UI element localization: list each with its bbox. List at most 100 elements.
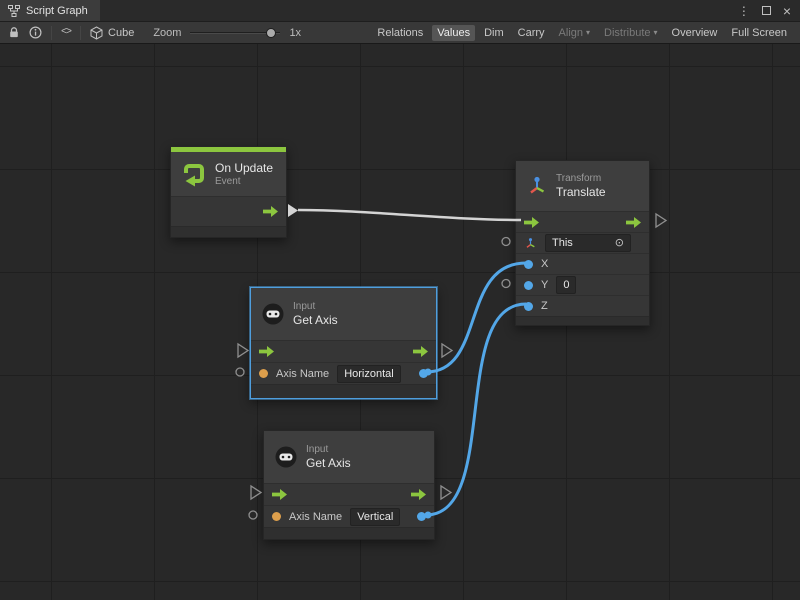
relations-button[interactable]: Relations (372, 25, 428, 41)
node-category: Input (306, 444, 351, 455)
node-title: Get Axis (293, 313, 338, 327)
translate-y-row: Y 0 (516, 274, 649, 295)
info-icon[interactable] (29, 26, 42, 39)
titlebar: Script Graph ⋮ × (0, 0, 800, 22)
value-output-port[interactable] (419, 369, 428, 378)
node-on-update[interactable]: On Update Event (170, 146, 287, 238)
flow-input-port[interactable] (259, 346, 274, 357)
node-category: Input (293, 301, 338, 312)
node-footer (171, 226, 286, 237)
node-get-axis-vertical-header[interactable]: Input Get Axis (264, 431, 434, 483)
node-get-axis-horizontal-header[interactable]: Input Get Axis (251, 288, 436, 340)
get-axis-v-param-row: Axis Name Vertical (264, 505, 434, 527)
on-update-flow-row (171, 196, 286, 226)
zoom-slider[interactable] (190, 27, 280, 39)
axis-name-label: Axis Name (276, 368, 329, 380)
flow-output-port[interactable] (411, 489, 426, 500)
toolbar-divider (80, 26, 81, 40)
node-on-update-header[interactable]: On Update Event (171, 152, 286, 196)
overview-button[interactable]: Overview (667, 25, 723, 41)
flow-input-port[interactable] (272, 489, 287, 500)
get-axis-h-param-row: Axis Name Horizontal (251, 362, 436, 384)
translate-z-row: Z (516, 295, 649, 316)
translate-this-row: This ⊙ (516, 232, 649, 253)
toolbar-buttons: Relations Values Dim Carry Align▾ Distri… (372, 25, 792, 41)
node-category: Transform (556, 173, 606, 184)
maximize-icon[interactable] (762, 6, 771, 15)
flow-output-port[interactable] (263, 206, 278, 217)
flow-output-port[interactable] (626, 217, 641, 228)
graph-canvas[interactable]: On Update Event Transform Translate (0, 44, 800, 600)
object-selector-label: Cube (108, 27, 134, 39)
node-footer (264, 527, 434, 539)
object-selector[interactable]: Cube (90, 26, 134, 40)
unconnected-value-input-marker[interactable] (249, 511, 257, 519)
y-value-field[interactable]: 0 (556, 276, 576, 294)
dim-label: Dim (484, 27, 504, 39)
close-icon[interactable]: × (783, 4, 791, 18)
wire-horizontal-to-x[interactable] (426, 263, 526, 372)
this-object-field[interactable]: This ⊙ (545, 234, 631, 252)
chevron-down-icon: ▾ (654, 28, 658, 37)
axis-name-field[interactable]: Vertical (350, 508, 400, 526)
object-picker-icon[interactable]: ⊙ (615, 236, 624, 250)
fullscreen-button[interactable]: Full Screen (726, 25, 792, 41)
translate-flow-row (516, 211, 649, 232)
lock-icon[interactable] (8, 26, 20, 39)
script-graph-window: Script Graph ⋮ × <> Cube Zoom 1x (0, 0, 800, 600)
values-label: Values (437, 27, 470, 39)
node-subtitle: Event (215, 176, 273, 187)
y-label: Y (541, 279, 548, 291)
values-button[interactable]: Values (432, 25, 475, 41)
carry-button[interactable]: Carry (513, 25, 550, 41)
unconnected-flow-output-marker[interactable] (442, 344, 452, 357)
wire-vertical-to-z[interactable] (426, 304, 526, 515)
x-label: X (541, 258, 548, 270)
axis-name-field[interactable]: Horizontal (337, 365, 401, 383)
unconnected-value-input-marker[interactable] (236, 368, 244, 376)
node-title: On Update (215, 161, 273, 175)
transform-mini-icon (524, 237, 537, 250)
tab-label: Script Graph (26, 5, 88, 17)
unconnected-flow-output-marker[interactable] (441, 486, 451, 499)
toolbar-divider (51, 26, 52, 40)
unconnected-flow-input-marker[interactable] (251, 486, 261, 499)
z-label: Z (541, 300, 548, 312)
transform-icon (526, 175, 548, 197)
node-footer (516, 316, 649, 325)
unconnected-flow-input-marker[interactable] (238, 344, 248, 357)
flow-input-port[interactable] (524, 217, 539, 228)
wire-arrowhead (288, 204, 298, 217)
unconnected-value-input-marker[interactable] (502, 238, 510, 246)
y-input-port[interactable] (524, 281, 533, 290)
zoom-slider-handle[interactable] (266, 28, 276, 38)
x-input-port[interactable] (524, 260, 533, 269)
code-view-icon[interactable]: <> (61, 27, 71, 38)
z-input-port[interactable] (524, 302, 533, 311)
tab-script-graph[interactable]: Script Graph (0, 0, 100, 21)
flow-output-port[interactable] (413, 346, 428, 357)
node-get-axis-horizontal[interactable]: Input Get Axis Axis Name Horizontal (250, 287, 437, 399)
dim-button[interactable]: Dim (479, 25, 509, 41)
chevron-down-icon: ▾ (586, 28, 590, 37)
axis-name-input-port[interactable] (272, 512, 281, 521)
value-output-port[interactable] (417, 512, 426, 521)
node-get-axis-vertical[interactable]: Input Get Axis Axis Name Vertical (263, 430, 435, 540)
align-label: Align (559, 27, 583, 39)
on-update-event-icon (181, 161, 207, 187)
node-translate[interactable]: Transform Translate This ⊙ (515, 160, 650, 326)
menu-icon[interactable]: ⋮ (738, 5, 750, 17)
window-controls: ⋮ × (738, 0, 800, 21)
unconnected-flow-output-marker[interactable] (656, 214, 666, 227)
unconnected-value-input-marker[interactable] (502, 280, 510, 288)
node-translate-header[interactable]: Transform Translate (516, 161, 649, 211)
fullscreen-label: Full Screen (731, 27, 787, 39)
carry-label: Carry (518, 27, 545, 39)
distribute-button[interactable]: Distribute▾ (599, 25, 662, 41)
align-button[interactable]: Align▾ (554, 25, 595, 41)
gamepad-icon (261, 302, 285, 326)
relations-label: Relations (377, 27, 423, 39)
axis-name-input-port[interactable] (259, 369, 268, 378)
wire-on-update-to-translate[interactable] (298, 210, 521, 220)
graph-toolbar: <> Cube Zoom 1x Relations Values Dim Car… (0, 22, 800, 44)
